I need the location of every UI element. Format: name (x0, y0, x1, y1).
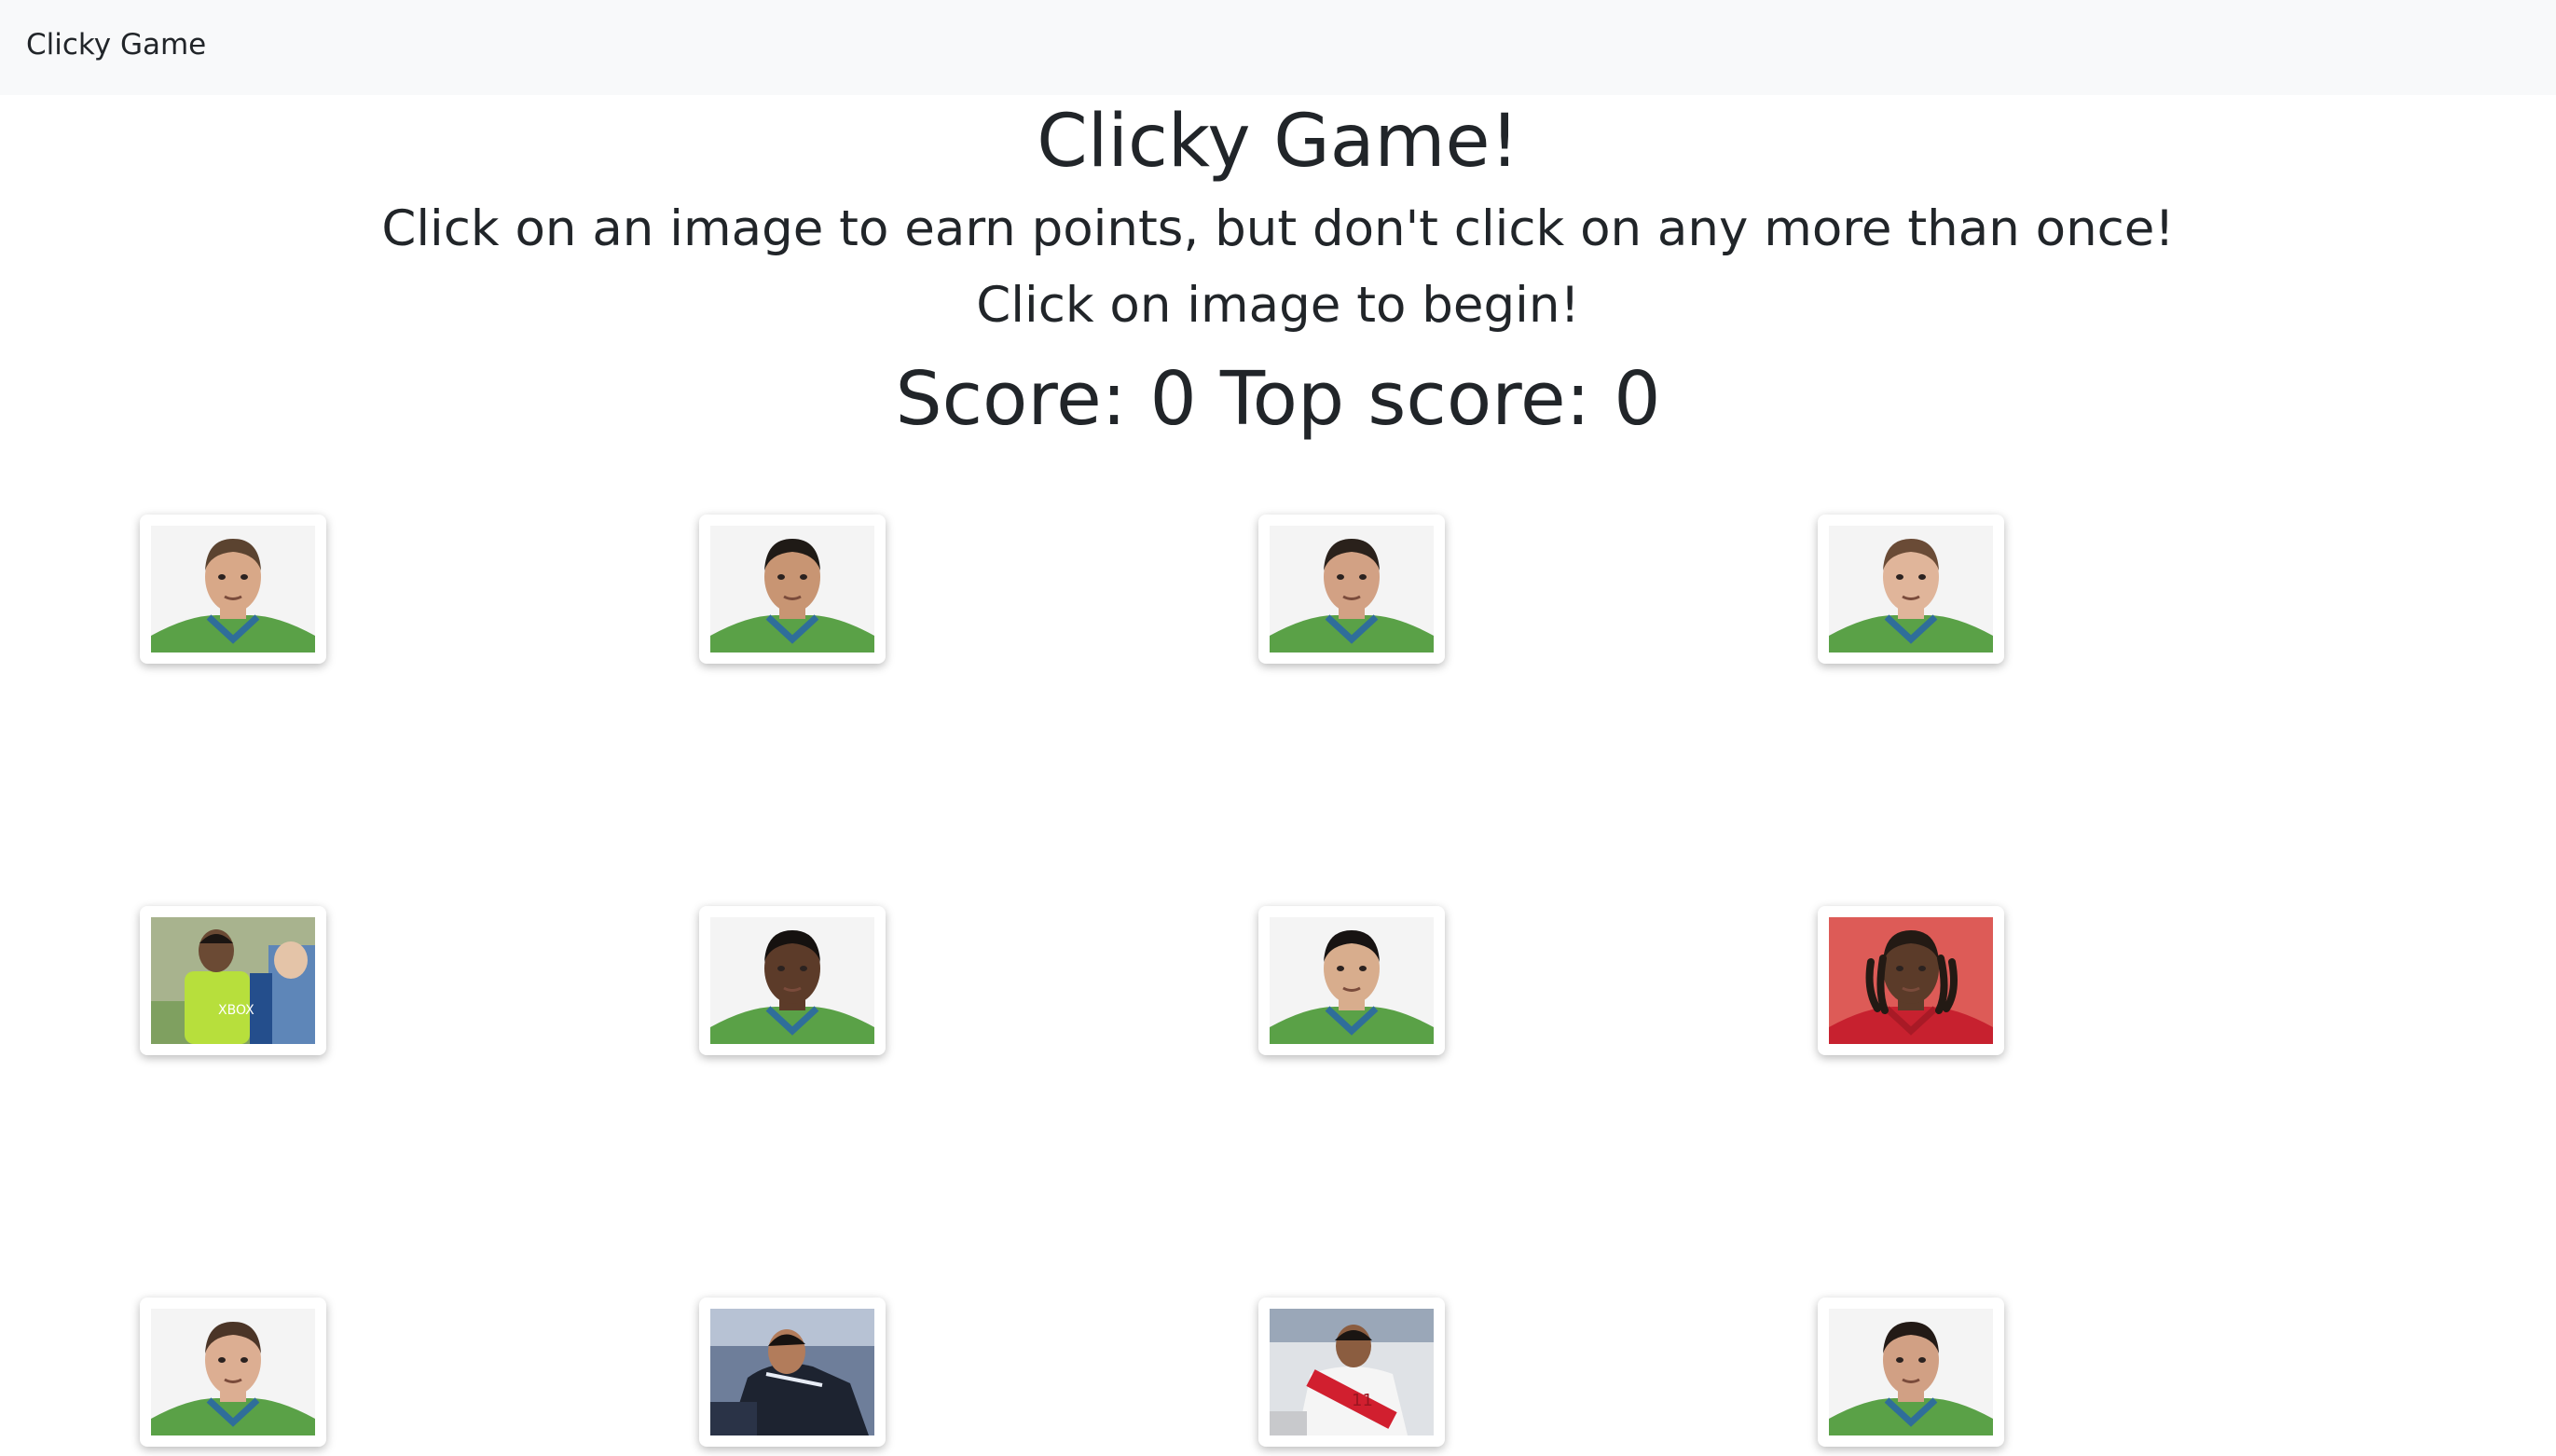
image-card[interactable] (140, 1298, 326, 1447)
player-portrait-icon (151, 1309, 315, 1435)
image-card[interactable] (699, 515, 886, 664)
image-card[interactable] (1818, 515, 2004, 664)
player-portrait-icon (1829, 1309, 1993, 1435)
player-portrait-icon (1270, 917, 1434, 1044)
player-action-photo-icon (710, 1309, 874, 1435)
image-card[interactable] (1258, 515, 1445, 664)
player-portrait-icon (710, 917, 874, 1044)
svg-text:XBOX: XBOX (218, 1003, 254, 1018)
player-action-photo-icon: 11 (1270, 1309, 1434, 1435)
navbar: Clicky Game (0, 0, 2556, 95)
score-label: Score: (895, 356, 1127, 442)
score-display: Score: 0 Top score: 0 (0, 350, 2556, 447)
image-card[interactable] (699, 1298, 886, 1447)
navbar-brand[interactable]: Clicky Game (26, 21, 206, 69)
image-card[interactable] (1258, 906, 1445, 1055)
top-score-label: Top score: (1219, 356, 1591, 442)
status-message: Click on image to begin! (976, 277, 1580, 334)
image-card[interactable] (699, 906, 886, 1055)
image-card[interactable] (1818, 1298, 2004, 1447)
instructions-text: Click on an image to earn points, but do… (381, 200, 2175, 257)
image-card[interactable] (1818, 906, 2004, 1055)
player-portrait-icon (1829, 526, 1993, 652)
top-score-value: 0 (1614, 356, 1661, 442)
player-portrait-icon (710, 526, 874, 652)
score-value: 0 (1149, 356, 1197, 442)
page-title: Clicky Game! (1037, 100, 1519, 184)
svg-text:11: 11 (1352, 1391, 1373, 1410)
image-card[interactable]: 11 (1258, 1298, 1445, 1447)
player-portrait-icon (1270, 526, 1434, 652)
player-portrait-icon (1829, 917, 1993, 1044)
image-card[interactable]: XBOX (140, 906, 326, 1055)
player-portrait-icon (151, 526, 315, 652)
image-card[interactable] (140, 515, 326, 664)
player-action-photo-icon: XBOX (151, 917, 315, 1044)
